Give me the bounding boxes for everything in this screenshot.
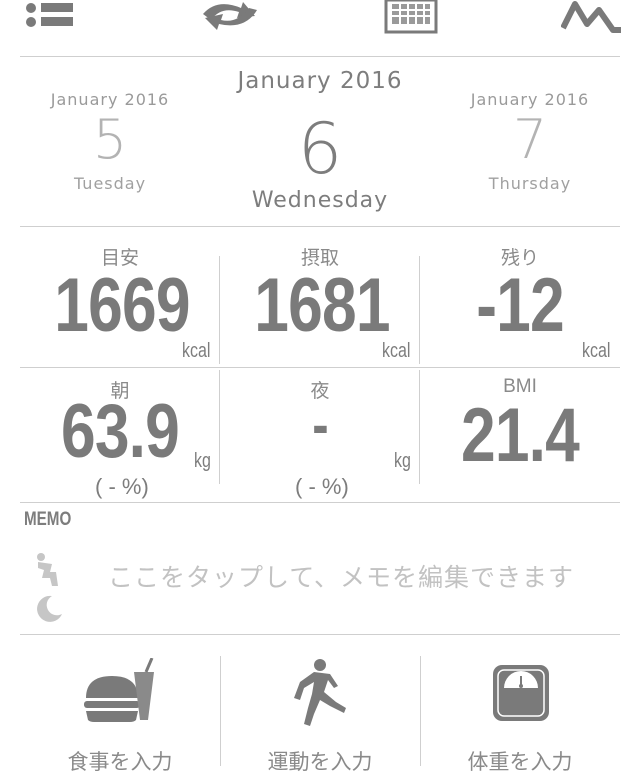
crescent-moon-icon bbox=[32, 592, 64, 628]
memo-title: MEMO bbox=[24, 509, 72, 530]
running-man-icon bbox=[290, 658, 352, 732]
next-month: January 2016 bbox=[470, 90, 590, 109]
divider bbox=[419, 256, 420, 364]
calorie-intake-unit: kcal bbox=[382, 340, 411, 362]
divider bbox=[20, 226, 620, 227]
weight-night-bodyfat: ( - %) bbox=[295, 474, 349, 499]
prev-month: January 2016 bbox=[50, 90, 170, 109]
calorie-target-value: 1669 bbox=[54, 263, 190, 348]
weight-input-label: 体重を入力 bbox=[467, 750, 573, 774]
calorie-remaining-unit: kcal bbox=[582, 340, 611, 362]
weight-morning-unit: kg bbox=[194, 450, 211, 472]
weight-morning-bodyfat: ( - %) bbox=[95, 474, 149, 499]
calorie-intake-value: 1681 bbox=[254, 263, 390, 348]
current-weekday: Wednesday bbox=[251, 188, 389, 213]
divider bbox=[20, 367, 620, 368]
weight-night-unit: kg bbox=[394, 450, 411, 472]
calendar-icon[interactable] bbox=[383, 0, 439, 34]
next-day-number: 7 bbox=[512, 108, 548, 171]
divider bbox=[20, 56, 620, 57]
divider bbox=[219, 256, 220, 364]
prev-weekday: Tuesday bbox=[73, 174, 147, 193]
weight-night-value: - bbox=[312, 391, 328, 458]
sync-icon[interactable] bbox=[195, 0, 265, 34]
calorie-target-unit: kcal bbox=[182, 340, 211, 362]
bmi-value: 21.4 bbox=[460, 393, 580, 478]
prev-day-number: 5 bbox=[92, 108, 128, 171]
scale-icon bbox=[492, 664, 550, 726]
weight-morning-value: 63.9 bbox=[60, 389, 180, 474]
burger-drink-icon bbox=[82, 657, 162, 728]
menu-icon[interactable] bbox=[22, 0, 78, 34]
divider bbox=[20, 502, 620, 503]
weight-input-button[interactable]: 体重を入力 bbox=[420, 636, 620, 783]
next-weekday: Thursday bbox=[488, 174, 572, 193]
exercise-input-button[interactable]: 運動を入力 bbox=[220, 636, 420, 783]
memo-placeholder: ここをタップして、メモを編集できます bbox=[108, 563, 575, 592]
meal-input-label: 食事を入力 bbox=[67, 750, 173, 774]
divider bbox=[20, 634, 620, 635]
person-bending-icon bbox=[32, 552, 62, 592]
meal-input-button[interactable]: 食事を入力 bbox=[20, 636, 220, 783]
calorie-remaining-value: -12 bbox=[476, 263, 564, 348]
current-day-number: 6 bbox=[297, 108, 343, 190]
current-month: January 2016 bbox=[237, 68, 403, 94]
exercise-input-label: 運動を入力 bbox=[267, 750, 373, 774]
graph-icon[interactable] bbox=[560, 0, 624, 34]
